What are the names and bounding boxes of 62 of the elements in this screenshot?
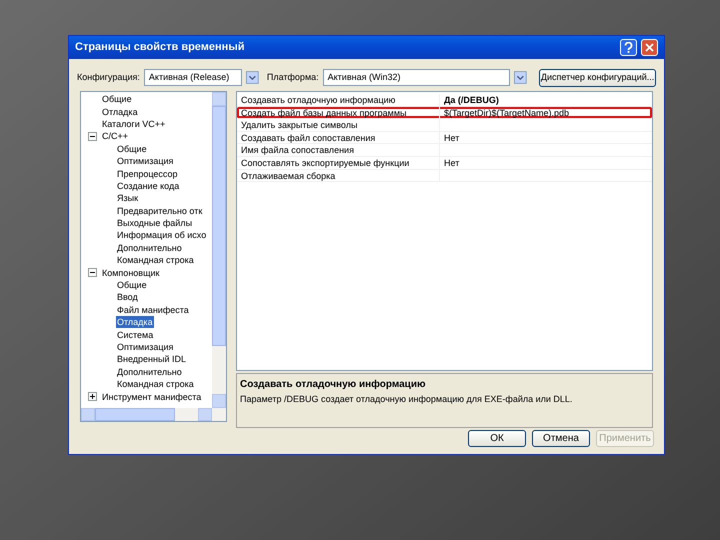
vertical-scrollbar[interactable] [212,92,226,408]
property-name: Создать файл базы данных программы [237,106,440,118]
platform-dropdown[interactable]: Активная (Win32) [322,69,510,86]
tree-item[interactable]: Общие [116,279,148,292]
tree-item[interactable]: Общие [101,93,133,106]
tree-item[interactable]: Создание кода [116,180,180,192]
tree-item[interactable]: Компоновщик [101,266,160,279]
close-icon [645,43,654,52]
tree-item[interactable]: Оптимизация [116,155,174,168]
property-row[interactable]: Создавать отладочную информацию Да (/DEBUG) [237,94,652,107]
dialog-button[interactable]: ОК [468,430,526,447]
tree-item[interactable]: Внедренный IDL [116,353,187,366]
property-row[interactable]: Отлаживаемая сборка [237,170,652,182]
tree-item[interactable]: Система [116,328,154,341]
tree-item[interactable]: Дополнительно [116,366,183,378]
tree-item[interactable]: Выходные файлы [116,217,194,230]
tree-item[interactable]: C/C++ [101,130,130,142]
collapse-icon[interactable] [88,132,97,141]
property-name: Отлаживаемая сборка [237,170,440,182]
property-value: Нет [443,156,460,169]
property-row[interactable]: Имя файла сопоставления [237,144,652,157]
tree-item[interactable]: Инструмент манифеста [101,390,202,403]
tree-item[interactable]: Общие [116,142,148,155]
property-name: Имя файла сопоставления [237,144,440,156]
property-row[interactable]: Создавать файл сопоставления Нет [237,132,652,144]
tree-item[interactable]: Ввод [116,291,139,304]
tree-item[interactable]: Препроцессор [116,168,179,180]
property-row[interactable]: Сопоставлять экспортируемые функции Нет [237,156,652,170]
property-name: Сопоставлять экспортируемые функции [237,156,440,169]
tree-item[interactable]: Информация об исхо [116,229,208,242]
property-value: $(TargetDir)$(TargetName).pdb [443,106,570,118]
property-value: Да (/DEBUG) [443,94,499,106]
property-row[interactable]: Удалить закрытые символы [237,119,652,132]
property-name: Создавать файл сопоставления [237,132,440,144]
description-text: Параметр /DEBUG создает отладочную информацию для EXE-файла или DLL. [240,393,574,406]
expand-icon[interactable] [88,392,97,402]
tree-item[interactable]: Дополнительно [116,242,183,254]
platform-label: Платформа: [266,70,319,84]
help-icon [624,42,633,53]
dialog-button[interactable]: Отмена [532,430,590,447]
tree-item[interactable]: Командная строка [116,254,195,266]
description-title: Создавать отладочную информацию [240,378,427,392]
configuration-label: Конфигурация: [77,70,140,84]
tree-item[interactable]: Отладка [101,106,139,118]
configuration-manager-button[interactable]: Диспетчер конфигураций... [539,68,656,86]
tree-item[interactable]: Язык [116,192,140,204]
window-title: Страницы свойств временный [75,40,246,56]
highlighted-property-row[interactable]: Создать файл базы данных программы $(TargetDir)$(TargetName).pdb [237,106,652,120]
configuration-dropdown[interactable]: Активная (Release) [144,69,242,86]
tree-item[interactable]: Командная строка [116,378,195,390]
property-name: Удалить закрытые символы [237,119,440,131]
tree-item[interactable]: Оптимизация [116,341,174,353]
tree-item[interactable]: Предварительно отк [116,204,204,217]
tree-item[interactable]: Каталоги VC++ [101,118,166,130]
collapse-icon[interactable] [88,268,97,278]
tree-item[interactable]: Отладка [116,316,154,328]
property-value: Нет [443,132,460,144]
tree-item[interactable]: Файл манифеста [116,304,190,316]
horizontal-scrollbar[interactable] [81,408,226,421]
property-name: Создавать отладочную информацию [237,94,440,106]
help-button[interactable] [620,39,637,56]
close-button[interactable] [641,39,658,56]
